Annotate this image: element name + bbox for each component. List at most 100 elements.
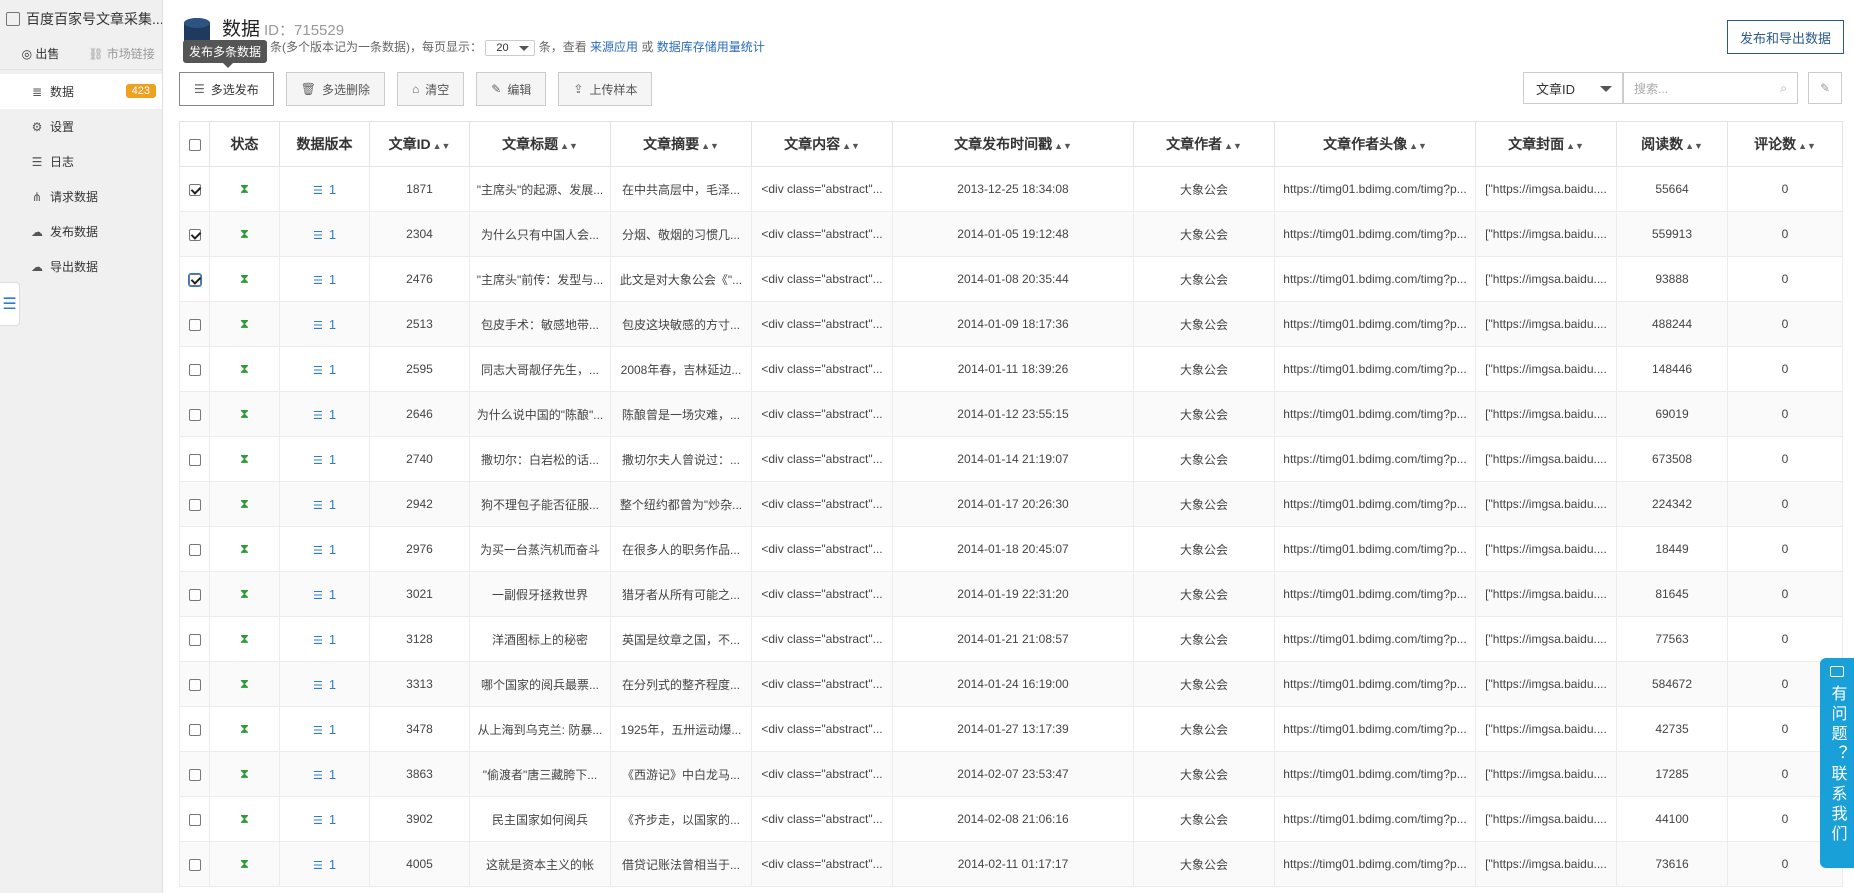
search-field-select[interactable]: 文章ID (1523, 72, 1623, 104)
version-cell[interactable]: ☰ 1 (279, 706, 370, 752)
version-link[interactable]: ☰ 1 (313, 317, 336, 332)
table-row[interactable]: ⧗ ☰ 1 2646 为什么说中国的"陈酿"... 陈酿曾是一场灾难，... <div cl… (179, 391, 1843, 437)
row-checkbox[interactable] (188, 588, 201, 601)
row-checkbox[interactable] (188, 408, 201, 421)
row-checkbox[interactable] (188, 318, 201, 331)
version-cell[interactable]: ☰ 1 (279, 391, 370, 437)
column-header-sortable[interactable]: 文章内容 ▲▼ (751, 121, 893, 167)
row-checkbox[interactable] (188, 453, 201, 466)
row-checkbox[interactable] (188, 723, 201, 736)
edit-button[interactable]: ✎ 编辑 (476, 72, 547, 106)
column-header-sortable[interactable]: 文章封面 ▲▼ (1475, 121, 1617, 167)
version-cell[interactable]: ☰ 1 (279, 436, 370, 482)
sidebar-item-request-data[interactable]: ⋔ 请求数据 (0, 179, 162, 214)
source-app-link[interactable]: 来源应用 (590, 40, 638, 54)
version-link[interactable]: ☰ 1 (313, 677, 336, 692)
select-all-checkbox[interactable] (188, 139, 201, 152)
multi-publish-button[interactable]: ☰ 多选发布 (179, 72, 274, 106)
table-row[interactable]: ⧗ ☰ 1 2942 狗不理包子能否征服... 整个纽约都曾为"炒杂... <div cla… (179, 481, 1843, 527)
table-row[interactable]: ⧗ ☰ 1 3021 一副假牙拯救世界 猎牙者从所有可能之... <div class="a… (179, 571, 1843, 617)
version-cell[interactable]: ☰ 1 (279, 211, 370, 257)
sidebar-item-log[interactable]: ☰ 日志 (0, 144, 162, 179)
clear-button[interactable]: ⌂ 清空 (397, 72, 465, 106)
version-link[interactable]: ☰ 1 (313, 452, 336, 467)
version-link[interactable]: ☰ 1 (313, 407, 336, 422)
sidebar-item-export-data[interactable]: ☁ 导出数据 (0, 249, 162, 284)
version-link[interactable]: ☰ 1 (313, 362, 336, 377)
version-cell[interactable]: ☰ 1 (279, 346, 370, 392)
version-cell[interactable]: ☰ 1 (279, 571, 370, 617)
contact-help-button[interactable]: 有问题？联系我们 (1820, 658, 1854, 868)
version-link[interactable]: ☰ 1 (313, 182, 336, 197)
column-header-sortable[interactable]: 文章发布时间戳 ▲▼ (892, 121, 1134, 167)
version-link[interactable]: ☰ 1 (313, 632, 336, 647)
version-link[interactable]: ☰ 1 (313, 227, 336, 242)
table-row[interactable]: ⧗ ☰ 1 2513 包皮手术：敏感地带... 包皮这块敏感的方寸... <div clas… (179, 301, 1843, 347)
row-checkbox[interactable] (188, 858, 201, 871)
table-row[interactable]: ⧗ ☰ 1 3128 洋酒图标上的秘密 英国是纹章之国，不... <div class="a… (179, 616, 1843, 662)
row-checkbox[interactable] (188, 768, 201, 781)
storage-stats-link[interactable]: 数据库存储用量统计 (657, 40, 765, 54)
version-cell[interactable]: ☰ 1 (279, 481, 370, 527)
table-row[interactable]: ⧗ ☰ 1 2740 撒切尔：白岩松的话... 撒切尔夫人曾说过：... <div clas… (179, 436, 1843, 482)
version-link[interactable]: ☰ 1 (313, 857, 336, 872)
version-link[interactable]: ☰ 1 (313, 767, 336, 782)
row-checkbox[interactable] (188, 633, 201, 646)
row-checkbox[interactable] (188, 498, 201, 511)
table-row[interactable]: ⧗ ☰ 1 3863 "偷渡者"唐三藏胯下... 《西游记》中白龙马... <div cla… (179, 751, 1843, 797)
version-cell[interactable]: ☰ 1 (279, 256, 370, 302)
sidebar-item-data[interactable]: ≣ 数据 423 (0, 74, 162, 109)
column-header-sortable[interactable]: 文章标题 ▲▼ (469, 121, 611, 167)
version-link[interactable]: ☰ 1 (313, 812, 336, 827)
page-size-select[interactable]: 20 (485, 39, 536, 56)
table-row[interactable]: ⧗ ☰ 1 1871 "主席头"的起源、发展... 在中共高层中，毛泽... <div cl… (179, 166, 1843, 212)
column-header-sortable[interactable]: 文章作者头像 ▲▼ (1274, 121, 1476, 167)
version-link[interactable]: ☰ 1 (313, 272, 336, 287)
row-checkbox[interactable] (188, 678, 201, 691)
sidebar-toggle-button[interactable]: ☰ (0, 282, 20, 326)
column-header[interactable]: 数据版本 (279, 121, 370, 167)
column-header-sortable[interactable]: 文章摘要 ▲▼ (610, 121, 752, 167)
sidebar-item-settings[interactable]: ⚙ 设置 (0, 109, 162, 144)
version-cell[interactable]: ☰ 1 (279, 661, 370, 707)
version-cell[interactable]: ☰ 1 (279, 301, 370, 347)
tab-sell[interactable]: ◎ 出售 (0, 45, 81, 62)
table-row[interactable]: ⧗ ☰ 1 2976 为买一台蒸汽机而奋斗 在很多人的职务作品... <div class=… (179, 526, 1843, 572)
version-cell[interactable]: ☰ 1 (279, 841, 370, 887)
version-link[interactable]: ☰ 1 (313, 587, 336, 602)
multi-delete-button[interactable]: 🗑 多选删除 (285, 72, 386, 106)
app-title[interactable]: 百度百家号文章采集... (0, 0, 162, 38)
version-link[interactable]: ☰ 1 (313, 722, 336, 737)
column-edit-button[interactable]: ✎ (1808, 72, 1842, 104)
row-checkbox[interactable] (188, 363, 201, 376)
publish-export-button[interactable]: 发布和导出数据 (1726, 20, 1844, 54)
table-row[interactable]: ⧗ ☰ 1 2304 为什么只有中国人会... 分烟、敬烟的习惯几... <div clas… (179, 211, 1843, 257)
upload-sample-button[interactable]: ⇪ 上传样本 (558, 72, 653, 106)
column-header-sortable[interactable]: 阅读数 ▲▼ (1616, 121, 1728, 167)
column-header-sortable[interactable]: 文章作者 ▲▼ (1133, 121, 1275, 167)
row-checkbox[interactable] (188, 813, 201, 826)
row-checkbox[interactable] (187, 272, 202, 287)
version-cell[interactable]: ☰ 1 (279, 526, 370, 572)
tab-market-link[interactable]: ⛓ 市场链接 (81, 45, 162, 62)
version-cell[interactable]: ☰ 1 (279, 616, 370, 662)
version-link[interactable]: ☰ 1 (313, 497, 336, 512)
table-row[interactable]: ⧗ ☰ 1 3478 从上海到乌克兰: 防暴... 1925年，五卅运动爆... <div … (179, 706, 1843, 752)
table-row[interactable]: ⧗ ☰ 1 4005 这就是资本主义的帐 借贷记账法曾相当于... <div class="… (179, 841, 1843, 887)
column-header-sortable[interactable]: 评论数 ▲▼ (1727, 121, 1843, 167)
version-cell[interactable]: ☰ 1 (279, 166, 370, 212)
column-header[interactable]: 状态 (209, 121, 280, 167)
row-checkbox[interactable] (188, 228, 201, 241)
table-row[interactable]: ⧗ ☰ 1 3313 哪个国家的阅兵最票... 在分列式的整齐程度... <div clas… (179, 661, 1843, 707)
table-row[interactable]: ⧗ ☰ 1 3902 民主国家如何阅兵 《齐步走，以国家的... <div class="a… (179, 796, 1843, 842)
sidebar-item-publish-data[interactable]: ☁ 发布数据 (0, 214, 162, 249)
version-cell[interactable]: ☰ 1 (279, 796, 370, 842)
version-cell[interactable]: ☰ 1 (279, 751, 370, 797)
version-link[interactable]: ☰ 1 (313, 542, 336, 557)
column-header-sortable[interactable]: 文章ID ▲▼ (369, 121, 470, 167)
table-row[interactable]: ⧗ ☰ 1 2476 "主席头"前传：发型与... 此文是对大象公会《"... <div c… (179, 256, 1843, 302)
row-checkbox[interactable] (188, 183, 201, 196)
table-row[interactable]: ⧗ ☰ 1 2595 同志大哥靓仔先生，... 2008年春，吉林延边... <div cl… (179, 346, 1843, 392)
search-input[interactable]: 搜索... ⌕ (1623, 72, 1798, 104)
row-checkbox[interactable] (188, 543, 201, 556)
